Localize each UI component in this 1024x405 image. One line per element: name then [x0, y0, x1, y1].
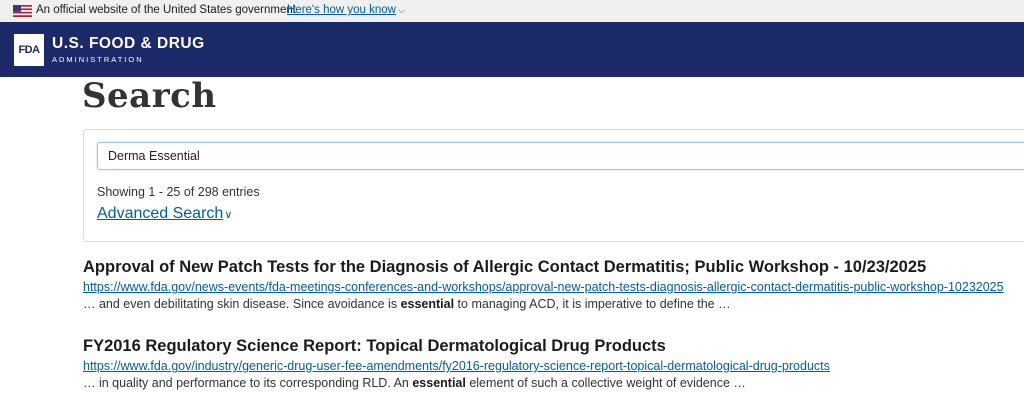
search-result: Approval of New Patch Tests for the Diag… — [83, 258, 1024, 311]
fda-logo[interactable]: FDA — [14, 34, 44, 66]
result-url-link[interactable]: https://www.fda.gov/news-events/fda-meet… — [83, 280, 1024, 294]
result-snippet: … and even debilitating skin disease. Si… — [83, 297, 731, 311]
brand-name[interactable]: U.S. FOOD & DRUG — [52, 35, 205, 53]
search-panel: Showing 1 - 25 of 298 entries Advanced S… — [83, 129, 1024, 242]
chevron-down-icon: ∨ — [224, 209, 233, 221]
search-result: FY2016 Regulatory Science Report: Topica… — [83, 337, 1024, 390]
heres-how-you-know-label: Here's how you know — [287, 4, 396, 16]
chevron-down-icon: ⌵ — [397, 5, 405, 15]
advanced-search-label: Advanced Search — [97, 205, 224, 222]
result-url-link[interactable]: https://www.fda.gov/industry/generic-dru… — [83, 359, 1024, 373]
result-title[interactable]: FY2016 Regulatory Science Report: Topica… — [83, 337, 1024, 356]
advanced-search-toggle[interactable]: Advanced Search∨ — [97, 205, 232, 223]
result-snippet: … in quality and performance to its corr… — [83, 376, 746, 390]
site-header: FDA U.S. FOOD & DRUG ADMINISTRATION — [0, 22, 1024, 77]
result-title[interactable]: Approval of New Patch Tests for the Diag… — [83, 258, 1024, 277]
page-title: Search — [82, 76, 217, 116]
heres-how-you-know-link[interactable]: Here's how you know ⌵ — [287, 4, 405, 16]
results-count: Showing 1 - 25 of 298 entries — [97, 185, 260, 199]
us-flag-icon — [13, 5, 32, 17]
gov-banner-text: An official website of the United States… — [36, 4, 296, 16]
search-input[interactable] — [97, 142, 1024, 170]
brand-subtitle: ADMINISTRATION — [52, 55, 144, 64]
gov-banner: An official website of the United States… — [0, 0, 1024, 22]
